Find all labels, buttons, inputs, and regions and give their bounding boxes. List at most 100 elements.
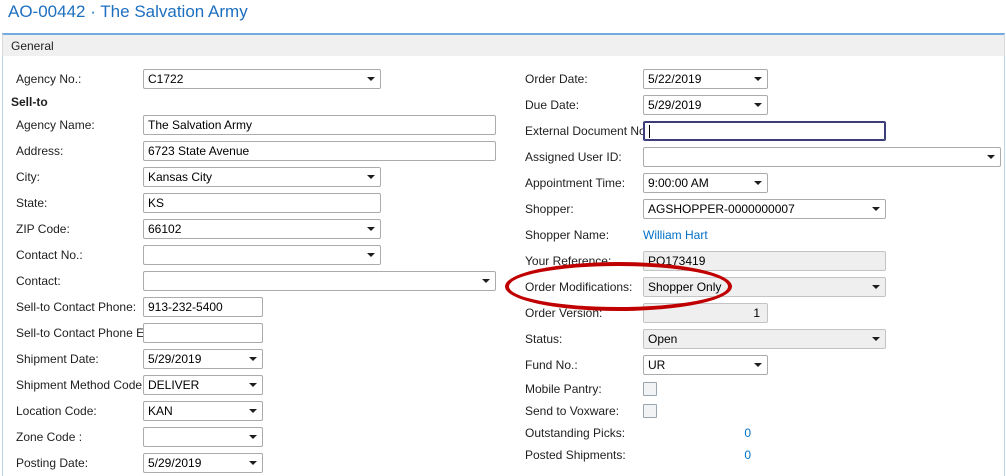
posted-shipments-value[interactable]: 0: [744, 448, 751, 462]
status-field[interactable]: Open: [643, 329, 886, 349]
contact-label: Contact:: [16, 274, 143, 288]
your-reference-row: Your Reference:PO173419: [512, 248, 1006, 274]
city-label: City:: [16, 170, 143, 184]
order-modifications-field[interactable]: Shopper Only: [643, 277, 886, 297]
order-version-value: 1: [648, 306, 763, 320]
zip-code-row: ZIP Code:66102: [3, 216, 509, 242]
dropdown-arrow-icon[interactable]: [367, 227, 375, 231]
order-date-label: Order Date:: [525, 72, 643, 86]
shopper-label: Shopper:: [525, 202, 643, 216]
order-date-value: 5/22/2019: [648, 72, 751, 86]
status-row: Status:Open: [512, 326, 1006, 352]
shopper-row: Shopper:AGSHOPPER-0000000007: [512, 196, 1006, 222]
mobile-pantry-checkbox[interactable]: [643, 382, 657, 396]
address-label: Address:: [16, 144, 143, 158]
zip-code-field[interactable]: 66102: [143, 219, 381, 239]
assigned-user-id-label: Assigned User ID:: [525, 150, 643, 164]
dropdown-arrow-icon[interactable]: [249, 383, 257, 387]
external-document-no-row: External Document No.:: [512, 118, 1006, 144]
dropdown-arrow-icon[interactable]: [367, 253, 375, 257]
zone-code-label: Zone Code :: [16, 430, 143, 444]
city-value: Kansas City: [148, 170, 364, 184]
your-reference-field[interactable]: PO173419: [643, 251, 886, 271]
your-reference-value: PO173419: [648, 254, 881, 268]
sell-to-contact-phone-row: Sell-to Contact Phone: 913-232-5400: [3, 294, 509, 320]
contact-field[interactable]: [143, 271, 496, 291]
contact-no-row: Contact No.:: [3, 242, 509, 268]
order-date-row: Order Date: 5/22/2019: [512, 66, 1006, 92]
location-code-row: Location Code: KAN: [3, 398, 509, 424]
dropdown-arrow-icon[interactable]: [249, 435, 257, 439]
sell-to-contact-phone-label: Sell-to Contact Phone:: [16, 300, 143, 314]
city-field[interactable]: Kansas City: [143, 167, 381, 187]
order-version-field[interactable]: 1: [643, 303, 768, 323]
dropdown-arrow-icon[interactable]: [754, 103, 762, 107]
sell-to-contact-phone-ext-label: Sell-to Contact Phone Ext.:: [16, 326, 143, 340]
shipment-method-code-label: Shipment Method Code:: [16, 378, 143, 392]
appointment-time-value: 9:00:00 AM: [648, 176, 751, 190]
shipment-date-label: Shipment Date:: [16, 352, 143, 366]
shopper-name-link[interactable]: William Hart: [643, 228, 708, 242]
order-version-row: Order Version: 1: [512, 300, 1006, 326]
order-version-label: Order Version:: [525, 306, 643, 320]
dropdown-arrow-icon[interactable]: [872, 207, 880, 211]
address-row: Address: 6723 State Avenue: [3, 138, 509, 164]
dropdown-arrow-icon[interactable]: [872, 285, 880, 289]
fund-no-row: Fund No.:UR: [512, 352, 1006, 378]
agency-no-value: C1722: [148, 72, 364, 86]
outstanding-picks-value[interactable]: 0: [744, 426, 751, 440]
state-row: State:KS: [3, 190, 509, 216]
send-to-voxware-label: Send to Voxware:: [525, 404, 643, 418]
zip-code-value: 66102: [148, 222, 364, 236]
dropdown-arrow-icon[interactable]: [754, 363, 762, 367]
send-to-voxware-checkbox[interactable]: [643, 404, 657, 418]
address-value: 6723 State Avenue: [148, 144, 491, 158]
shopper-name-label: Shopper Name:: [525, 228, 643, 242]
dropdown-arrow-icon[interactable]: [367, 175, 375, 179]
dropdown-arrow-icon[interactable]: [249, 357, 257, 361]
order-date-field[interactable]: 5/22/2019: [643, 69, 768, 89]
location-code-field[interactable]: KAN: [143, 401, 263, 421]
agency-no-field[interactable]: C1722: [143, 69, 381, 89]
shipment-date-field[interactable]: 5/29/2019: [143, 349, 263, 369]
outstanding-picks-row: Outstanding Picks:0: [512, 422, 1006, 444]
general-fasttab-header[interactable]: General: [2, 33, 1005, 56]
address-field[interactable]: 6723 State Avenue: [143, 141, 496, 161]
sell-to-contact-phone-field[interactable]: 913-232-5400: [143, 297, 263, 317]
appointment-time-field[interactable]: 9:00:00 AM: [643, 173, 768, 193]
dropdown-arrow-icon[interactable]: [482, 279, 490, 283]
contact-no-field[interactable]: [143, 245, 381, 265]
sell-to-contact-phone-ext-field[interactable]: [143, 323, 263, 343]
shopper-field[interactable]: AGSHOPPER-0000000007: [643, 199, 886, 219]
fund-no-field[interactable]: UR: [643, 355, 768, 375]
order-modifications-label: Order Modifications:: [525, 280, 643, 294]
dropdown-arrow-icon[interactable]: [249, 409, 257, 413]
agency-name-field[interactable]: The Salvation Army: [143, 115, 496, 135]
outstanding-picks-flowfield: 0: [643, 424, 751, 442]
posted-shipments-label: Posted Shipments:: [525, 448, 643, 462]
mobile-pantry-row: Mobile Pantry:: [512, 378, 1006, 400]
order-modifications-row: Order Modifications:Shopper Only: [512, 274, 1006, 300]
shipment-method-code-value: DELIVER: [148, 378, 246, 392]
contact-no-label: Contact No.:: [16, 248, 143, 262]
dropdown-arrow-icon[interactable]: [872, 337, 880, 341]
dropdown-arrow-icon[interactable]: [987, 155, 995, 159]
general-fasttab-title: General: [11, 39, 54, 53]
shopper-name-row: Shopper Name:William Hart: [512, 222, 1006, 248]
shipment-method-code-field[interactable]: DELIVER: [143, 375, 263, 395]
due-date-field[interactable]: 5/29/2019: [643, 95, 768, 115]
zone-code-field[interactable]: [143, 427, 263, 447]
dropdown-arrow-icon[interactable]: [754, 77, 762, 81]
dropdown-arrow-icon[interactable]: [367, 77, 375, 81]
state-field[interactable]: KS: [143, 193, 381, 213]
external-document-no-field[interactable]: [643, 121, 886, 141]
assigned-user-id-field[interactable]: [643, 147, 1001, 167]
location-code-label: Location Code:: [16, 404, 143, 418]
contact-row: Contact:: [3, 268, 509, 294]
location-code-value: KAN: [148, 404, 246, 418]
posting-date-field[interactable]: 5/29/2019: [143, 453, 263, 473]
dropdown-arrow-icon[interactable]: [249, 461, 257, 465]
due-date-label: Due Date:: [525, 98, 643, 112]
dropdown-arrow-icon[interactable]: [754, 181, 762, 185]
sell-to-contact-phone-value: 913-232-5400: [148, 300, 258, 314]
